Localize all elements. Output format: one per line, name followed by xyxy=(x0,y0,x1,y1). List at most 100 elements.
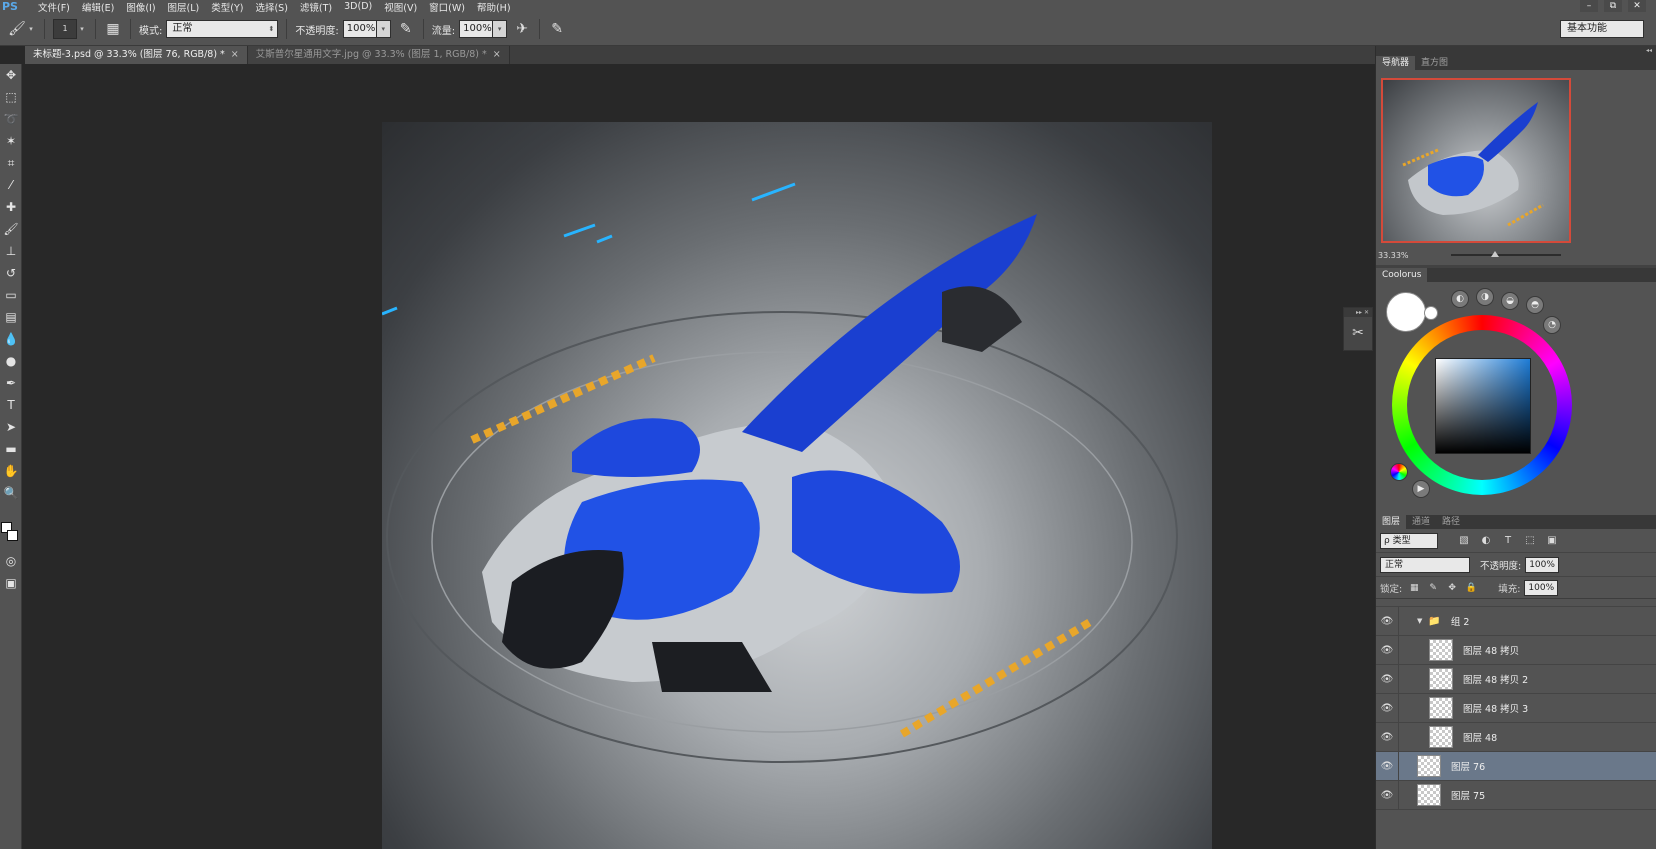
brush-tool-preset-icon[interactable]: 🖌 xyxy=(8,20,26,38)
type-filter-icon[interactable]: T xyxy=(1500,533,1516,549)
visibility-eye-icon[interactable]: 👁 xyxy=(1376,674,1398,685)
flow-dropdown-icon[interactable]: ▾ xyxy=(493,20,508,38)
adjustment-filter-icon[interactable]: ◐ xyxy=(1478,533,1494,549)
restore-button[interactable]: ⧉ xyxy=(1604,0,1622,12)
lock-transparency-icon[interactable]: ▦ xyxy=(1407,581,1421,595)
complement-mode-icon[interactable]: ◒ xyxy=(1501,292,1519,310)
analog-mode-icon[interactable]: ◓ xyxy=(1526,296,1544,314)
layer-opacity-input[interactable]: 100% xyxy=(1525,556,1560,573)
menu-layer[interactable]: 图层(L) xyxy=(168,0,200,14)
dodge-tool-icon[interactable]: ● xyxy=(0,350,22,372)
menu-image[interactable]: 图像(I) xyxy=(126,0,155,14)
layer-row[interactable]: 👁 图层 48 拷贝 2 xyxy=(1376,664,1656,694)
chevron-down-icon[interactable]: ▾ xyxy=(26,19,36,39)
menu-type[interactable]: 类型(Y) xyxy=(211,0,243,14)
magic-wand-tool-icon[interactable]: ✶ xyxy=(0,130,22,152)
background-color-circle[interactable] xyxy=(1424,306,1438,320)
brush-size-picker[interactable]: 1 xyxy=(53,19,77,39)
brush-panel-toggle-icon[interactable]: ▦ xyxy=(104,20,122,38)
pen-tool-icon[interactable]: ✒ xyxy=(0,372,22,394)
close-icon[interactable]: × xyxy=(493,49,501,60)
minimize-button[interactable]: – xyxy=(1580,0,1598,12)
navigator-preview[interactable] xyxy=(1381,78,1571,243)
blur-tool-icon[interactable]: 💧 xyxy=(0,328,22,350)
airbrush-icon[interactable]: ✈ xyxy=(513,20,531,38)
foreground-color-circle[interactable] xyxy=(1386,292,1426,332)
lock-paint-icon[interactable]: ✎ xyxy=(1426,581,1440,595)
menu-filter[interactable]: 滤镜(T) xyxy=(300,0,332,14)
quick-mask-icon[interactable]: ◎ xyxy=(0,550,22,572)
layer-row[interactable]: 👁 图层 48 拷贝 3 xyxy=(1376,693,1656,723)
visibility-eye-icon[interactable]: 👁 xyxy=(1376,616,1398,627)
close-window-button[interactable]: ✕ xyxy=(1628,0,1646,12)
layer-blend-mode-select[interactable]: 正常 xyxy=(1380,556,1470,573)
tab-document-1[interactable]: 未标题-3.psd @ 33.3% (图层 76, RGB/8) * × xyxy=(25,46,248,64)
tab-document-2[interactable]: 艾斯普尔星通用文字.jpg @ 33.3% (图层 1, RGB/8) * × xyxy=(247,46,510,64)
gamut-mask-icon[interactable]: ◔ xyxy=(1543,316,1561,334)
menu-edit[interactable]: 编辑(E) xyxy=(82,0,114,14)
flow-input[interactable]: 100% xyxy=(459,20,494,38)
zoom-slider[interactable] xyxy=(1451,251,1561,257)
tab-paths[interactable]: 路径 xyxy=(1436,515,1466,529)
eyedropper-tool-icon[interactable]: ⁄ xyxy=(0,174,22,196)
crop-tool-icon[interactable]: ⌗ xyxy=(0,152,22,174)
menu-window[interactable]: 窗口(W) xyxy=(429,0,465,14)
layer-row[interactable]: 👁 图层 48 拷贝 xyxy=(1376,635,1656,665)
brush-presets-icon[interactable]: ✂ xyxy=(1344,317,1372,350)
opacity-input[interactable]: 100% xyxy=(342,20,377,38)
menu-select[interactable]: 选择(S) xyxy=(255,0,287,14)
navigator-zoom-value[interactable]: 33.33% xyxy=(1378,251,1409,260)
layer-row[interactable]: 👁 图层 75 xyxy=(1376,780,1656,810)
type-tool-icon[interactable]: T xyxy=(0,394,22,416)
lasso-tool-icon[interactable]: ➰ xyxy=(0,108,22,130)
smart-object-filter-icon[interactable]: ▣ xyxy=(1544,533,1560,549)
menu-view[interactable]: 视图(V) xyxy=(384,0,417,14)
lock-all-icon[interactable]: 🔒 xyxy=(1464,581,1478,595)
tab-navigator[interactable]: 导航器 xyxy=(1376,56,1416,70)
workspace-switcher[interactable]: 基本功能 xyxy=(1560,20,1644,38)
expand-group-icon[interactable]: ▼ xyxy=(1417,617,1422,625)
shape-tool-icon[interactable]: ▬ xyxy=(0,438,22,460)
play-icon[interactable]: ▶ xyxy=(1412,480,1430,498)
layer-row-partial[interactable] xyxy=(1376,599,1656,607)
visibility-eye-icon[interactable]: 👁 xyxy=(1376,732,1398,743)
layer-group-row[interactable]: 👁 ▼ 📁 组 2 xyxy=(1376,606,1656,636)
layer-kind-select[interactable]: ρ 类型 xyxy=(1380,532,1438,549)
blend-mode-select[interactable]: 正常 ⬍ xyxy=(166,20,279,38)
zoom-slider-handle[interactable] xyxy=(1491,251,1499,257)
visibility-eye-icon[interactable]: 👁 xyxy=(1376,761,1398,772)
path-selection-tool-icon[interactable]: ➤ xyxy=(0,416,22,438)
hand-tool-icon[interactable]: ✋ xyxy=(0,460,22,482)
visibility-eye-icon[interactable]: 👁 xyxy=(1376,645,1398,656)
gradient-tool-icon[interactable]: ▤ xyxy=(0,306,22,328)
color-mixer-icon[interactable] xyxy=(1390,463,1408,481)
marquee-tool-icon[interactable]: ⬚ xyxy=(0,86,22,108)
layer-row-selected[interactable]: 👁 图层 76 xyxy=(1376,751,1656,781)
layer-row[interactable]: 👁 图层 48 xyxy=(1376,722,1656,752)
visibility-eye-icon[interactable]: 👁 xyxy=(1376,703,1398,714)
saturation-value-square[interactable] xyxy=(1435,358,1531,454)
menu-help[interactable]: 帮助(H) xyxy=(477,0,511,14)
dock-collapse-icon[interactable]: ◂◂ xyxy=(1376,46,1656,56)
screen-mode-icon[interactable]: ▣ xyxy=(0,572,22,594)
menu-3d[interactable]: 3D(D) xyxy=(344,1,372,12)
clone-stamp-tool-icon[interactable]: ⊥ xyxy=(0,240,22,262)
document-canvas[interactable] xyxy=(382,122,1212,849)
fill-input[interactable]: 100% xyxy=(1524,579,1559,596)
triad-mode-icon[interactable]: ◑ xyxy=(1476,288,1494,306)
hue-lock-icon[interactable]: ◐ xyxy=(1451,290,1469,308)
opacity-dropdown-icon[interactable]: ▾ xyxy=(376,20,391,38)
shape-filter-icon[interactable]: ⬚ xyxy=(1522,533,1538,549)
tab-layers[interactable]: 图层 xyxy=(1376,515,1407,529)
chevron-down-icon[interactable]: ▾ xyxy=(77,19,87,39)
pressure-opacity-icon[interactable]: ✎ xyxy=(397,20,415,38)
brush-tool-icon[interactable]: 🖌 xyxy=(0,218,22,240)
close-icon[interactable]: × xyxy=(231,49,239,60)
tab-histogram[interactable]: 直方图 xyxy=(1415,56,1454,70)
visibility-eye-icon[interactable]: 👁 xyxy=(1376,790,1398,801)
history-brush-tool-icon[interactable]: ↺ xyxy=(0,262,22,284)
lock-position-icon[interactable]: ✥ xyxy=(1445,581,1459,595)
image-filter-icon[interactable]: ▧ xyxy=(1456,533,1472,549)
tab-coolorus[interactable]: Coolorus xyxy=(1376,268,1428,282)
move-tool-icon[interactable]: ✥ xyxy=(0,64,22,86)
